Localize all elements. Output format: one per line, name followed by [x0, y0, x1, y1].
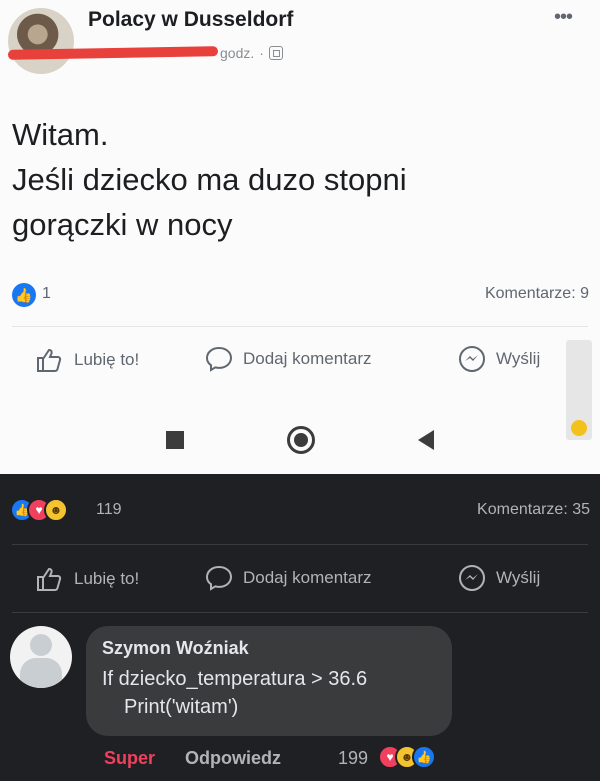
smiley-icon	[571, 420, 587, 436]
comment-footer: Super Odpowiedz	[104, 748, 281, 769]
comment-button[interactable]: Dodaj komentarz	[205, 345, 372, 373]
comment-reaction-button[interactable]: Super	[104, 748, 155, 769]
messenger-icon	[459, 565, 485, 591]
comment-label: Dodaj komentarz	[243, 568, 372, 587]
android-nav-bar	[0, 420, 600, 460]
reaction-count[interactable]: 1	[42, 285, 51, 303]
reaction-count[interactable]: 119	[96, 501, 122, 519]
like-button[interactable]: Lubię to!	[34, 564, 139, 594]
comment-count[interactable]: Komentarze: 35	[477, 501, 590, 519]
post-text-line: gorączki w nocy	[12, 207, 233, 242]
share-button[interactable]: Wyślij	[458, 564, 540, 592]
group-avatar[interactable]	[8, 8, 74, 74]
meta-separator: ·	[259, 45, 264, 61]
commenter-avatar[interactable]	[10, 626, 72, 688]
post-time: godz.	[220, 45, 255, 61]
comment-text-line: Print('witam')	[124, 696, 239, 718]
back-icon[interactable]	[418, 430, 434, 450]
light-post: Polacy w Dusseldorf godz. · ••• Witam. J…	[0, 0, 600, 474]
divider	[12, 612, 588, 613]
watermark-logo	[566, 340, 592, 440]
comment-bubble: Szymon Woźniak If dziecko_temperatura > …	[86, 626, 452, 736]
comment-label: Dodaj komentarz	[243, 349, 372, 368]
thumbs-up-icon	[37, 348, 62, 372]
comment-button[interactable]: Dodaj komentarz	[205, 564, 372, 592]
home-icon[interactable]	[287, 426, 315, 454]
messenger-icon	[459, 346, 485, 372]
group-name[interactable]: Polacy w Dusseldorf	[88, 8, 293, 32]
comment-icon	[205, 565, 233, 591]
divider	[12, 326, 588, 327]
like-label: Lubię to!	[74, 350, 140, 369]
like-reaction-icon: 👍	[412, 745, 436, 769]
like-button[interactable]: Lubię to!	[34, 345, 139, 375]
post-text-line: Jeśli dziecko ma duzo stopni	[12, 162, 407, 197]
like-reaction-icon: 👍	[12, 283, 36, 307]
comment-text-line: If dziecko_temperatura > 36.6	[102, 668, 368, 690]
like-label: Lubię to!	[74, 569, 140, 588]
comment-reaction-icons[interactable]: ♥ ☻ 👍	[378, 745, 436, 769]
comment-author[interactable]: Szymon Woźniak	[102, 638, 436, 659]
more-options-icon[interactable]: •••	[554, 6, 573, 29]
dark-post: 👍 ♥ ☻ 119 Komentarze: 35 Lubię to! Dodaj…	[0, 474, 600, 781]
comment-count[interactable]: Komentarze: 9	[485, 285, 589, 303]
thumbs-up-icon	[37, 567, 62, 591]
audience-icon	[268, 46, 283, 60]
haha-reaction-icon: ☻	[44, 498, 68, 522]
post-meta: godz. ·	[220, 45, 283, 61]
comment-reaction-count[interactable]: 199	[338, 748, 368, 769]
post-text: Witam. Jeśli dziecko ma duzo stopni gorą…	[12, 112, 572, 247]
share-button[interactable]: Wyślij	[458, 345, 540, 373]
post-text-line: Witam.	[12, 117, 109, 152]
reply-button[interactable]: Odpowiedz	[185, 748, 281, 769]
comment-icon	[205, 346, 233, 372]
reaction-icons[interactable]: 👍 ♥ ☻	[10, 498, 68, 522]
recent-apps-icon[interactable]	[166, 431, 184, 449]
share-label: Wyślij	[496, 568, 541, 587]
share-label: Wyślij	[496, 349, 541, 368]
divider	[12, 544, 588, 545]
